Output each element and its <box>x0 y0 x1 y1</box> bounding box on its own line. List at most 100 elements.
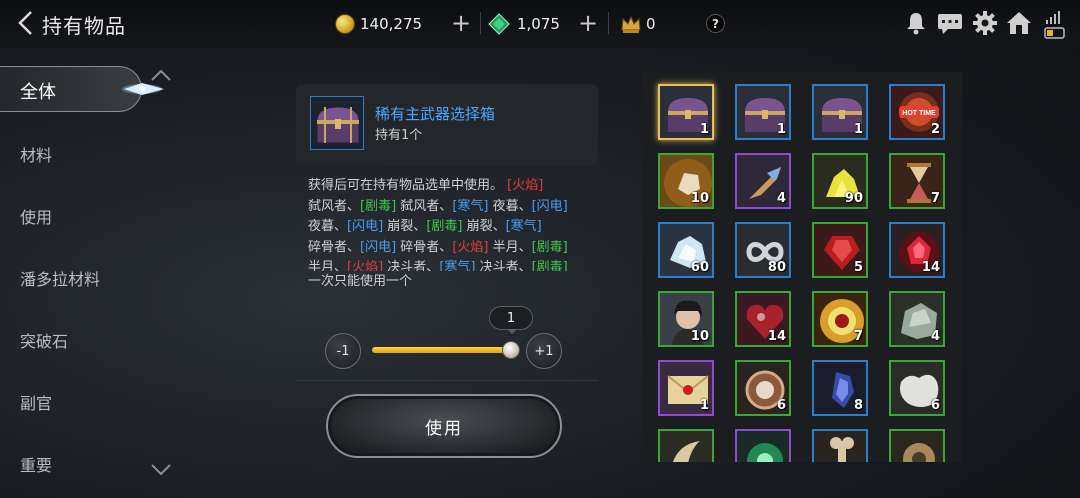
item-count: 1 <box>776 122 786 137</box>
use-button[interactable]: 使用 <box>326 394 562 458</box>
gem-balance: 1,075 <box>488 12 560 36</box>
description-line: 获得后可在持有物品选单中使用。 [火焰] <box>308 176 602 197</box>
add-gem-button[interactable]: + <box>578 11 598 35</box>
menu-item-important[interactable]: 重要 <box>20 452 52 476</box>
inventory-slot[interactable]: 10 <box>658 153 714 209</box>
svg-text:HOT TIME: HOT TIME <box>902 110 936 117</box>
inventory-slot[interactable]: 7 <box>889 153 945 209</box>
inventory-slot[interactable]: 5 <box>812 222 868 278</box>
element-tag: [火焰] <box>507 178 544 193</box>
description-text: 崩裂、 <box>462 219 506 234</box>
inventory-slot[interactable] <box>889 429 945 462</box>
help-icon[interactable]: ? <box>706 14 725 33</box>
inventory-slot[interactable]: 7 <box>812 291 868 347</box>
menu-item-label: 全体 <box>20 82 56 103</box>
slider-handle[interactable] <box>502 341 520 359</box>
inventory-slot[interactable]: 1 <box>658 360 714 416</box>
description-text: 夜暮、 <box>488 198 532 214</box>
inventory-slot[interactable]: 80 <box>735 222 791 278</box>
inventory-slot[interactable]: 4 <box>735 153 791 209</box>
element-tag: [剧毒] <box>531 239 568 255</box>
item-count: 8 <box>853 398 863 413</box>
description-text: 碎骨者、 <box>396 239 453 255</box>
description-text: 碎骨者、 <box>308 239 361 255</box>
item-count: 7 <box>853 329 863 344</box>
chat-icon[interactable] <box>937 10 963 36</box>
divider <box>296 380 598 381</box>
selection-sparkle-icon <box>122 83 164 95</box>
gold-coin-icon <box>335 14 355 34</box>
signal-battery-icon <box>1044 11 1065 39</box>
inventory-slot[interactable] <box>658 429 714 462</box>
menu-item-use[interactable]: 使用 <box>20 204 52 228</box>
item-count: 5 <box>853 260 863 275</box>
inventory-slot[interactable]: 14 <box>735 291 791 347</box>
item-count: 4 <box>930 329 940 344</box>
menu-item-materials[interactable]: 材料 <box>20 142 52 166</box>
element-tag: [寒气] <box>505 219 542 234</box>
inventory-slot[interactable]: 1 <box>812 84 868 140</box>
description-line: 夜暮、[闪电] 崩裂、[剧毒] 崩裂、[寒气] <box>308 217 602 238</box>
scroll-down-arrow-icon[interactable] <box>150 463 172 477</box>
element-tag: [闪电] <box>531 198 568 214</box>
bone-icon <box>814 431 866 462</box>
item-count: 90 <box>844 191 863 206</box>
item-count: 10 <box>690 191 709 206</box>
bell-icon[interactable] <box>905 10 927 36</box>
inventory-slot[interactable]: 90 <box>812 153 868 209</box>
menu-item-pandora-materials[interactable]: 潘多拉材料 <box>20 266 100 290</box>
item-count: 6 <box>930 398 940 413</box>
back-arrow-icon[interactable] <box>14 9 38 37</box>
inventory-slot[interactable]: 4 <box>889 291 945 347</box>
gold-amount: 140,275 <box>360 15 423 33</box>
increase-quantity-button[interactable]: +1 <box>526 333 562 369</box>
menu-item-breakthrough-stone[interactable]: 突破石 <box>20 328 68 352</box>
description-text: 弑风者、 <box>308 198 361 214</box>
description-text: 半月、 <box>488 239 532 255</box>
description-text: 夜暮、 <box>308 219 348 234</box>
inventory-slot[interactable] <box>735 429 791 462</box>
menu-item-deputy[interactable]: 副官 <box>20 390 52 414</box>
element-tag: [剧毒] <box>426 219 463 234</box>
inventory-slot[interactable]: 60 <box>658 222 714 278</box>
divider <box>608 12 609 34</box>
top-bar: 持有物品 140,275 + 1,075 + 0 ? <box>0 0 1080 48</box>
inventory-slot[interactable]: HOT TIME 2 <box>889 84 945 140</box>
element-tag: [寒气] <box>452 198 489 214</box>
decrease-quantity-button[interactable]: -1 <box>325 333 361 369</box>
item-count: 4 <box>776 191 786 206</box>
home-icon[interactable] <box>1005 10 1033 36</box>
gem-amount: 1,075 <box>517 15 560 33</box>
gear-item-icon <box>891 431 943 462</box>
item-name: 稀有主武器选择箱 <box>375 105 496 123</box>
inventory-slot[interactable]: 8 <box>812 360 868 416</box>
inventory-slot[interactable]: 6 <box>735 360 791 416</box>
slider-fill <box>372 347 512 353</box>
item-count: 1 <box>853 122 863 137</box>
crown-amount: 0 <box>646 15 656 33</box>
item-count: 7 <box>930 191 940 206</box>
item-count: 80 <box>767 260 786 275</box>
inventory-slot[interactable]: 14 <box>889 222 945 278</box>
settings-gear-icon[interactable] <box>972 10 998 36</box>
element-tag: [闪电] <box>347 219 384 234</box>
horn-icon <box>660 431 712 462</box>
description-line: 弑风者、[剧毒] 弑风者、[寒气] 夜暮、[闪电] <box>308 197 602 218</box>
description-line: 碎骨者、[闪电] 碎骨者、[火焰] 半月、[剧毒] <box>308 238 602 259</box>
quantity-slider[interactable] <box>372 347 512 353</box>
inventory-slot[interactable]: 10 <box>658 291 714 347</box>
element-tag: [剧毒] <box>531 260 568 271</box>
green-orb-icon <box>737 431 789 462</box>
element-tag: [火焰] <box>452 239 489 255</box>
item-count: 2 <box>930 122 940 137</box>
quantity-value: 1 <box>489 306 533 334</box>
inventory-slot[interactable]: 1 <box>658 84 714 140</box>
item-count: 14 <box>921 260 940 275</box>
green-gem-icon <box>488 13 510 35</box>
inventory-slot[interactable]: 1 <box>735 84 791 140</box>
inventory-slot[interactable] <box>812 429 868 462</box>
page-title: 持有物品 <box>42 14 126 38</box>
crown-icon <box>621 15 641 33</box>
add-gold-button[interactable]: + <box>451 11 471 35</box>
inventory-slot[interactable]: 6 <box>889 360 945 416</box>
